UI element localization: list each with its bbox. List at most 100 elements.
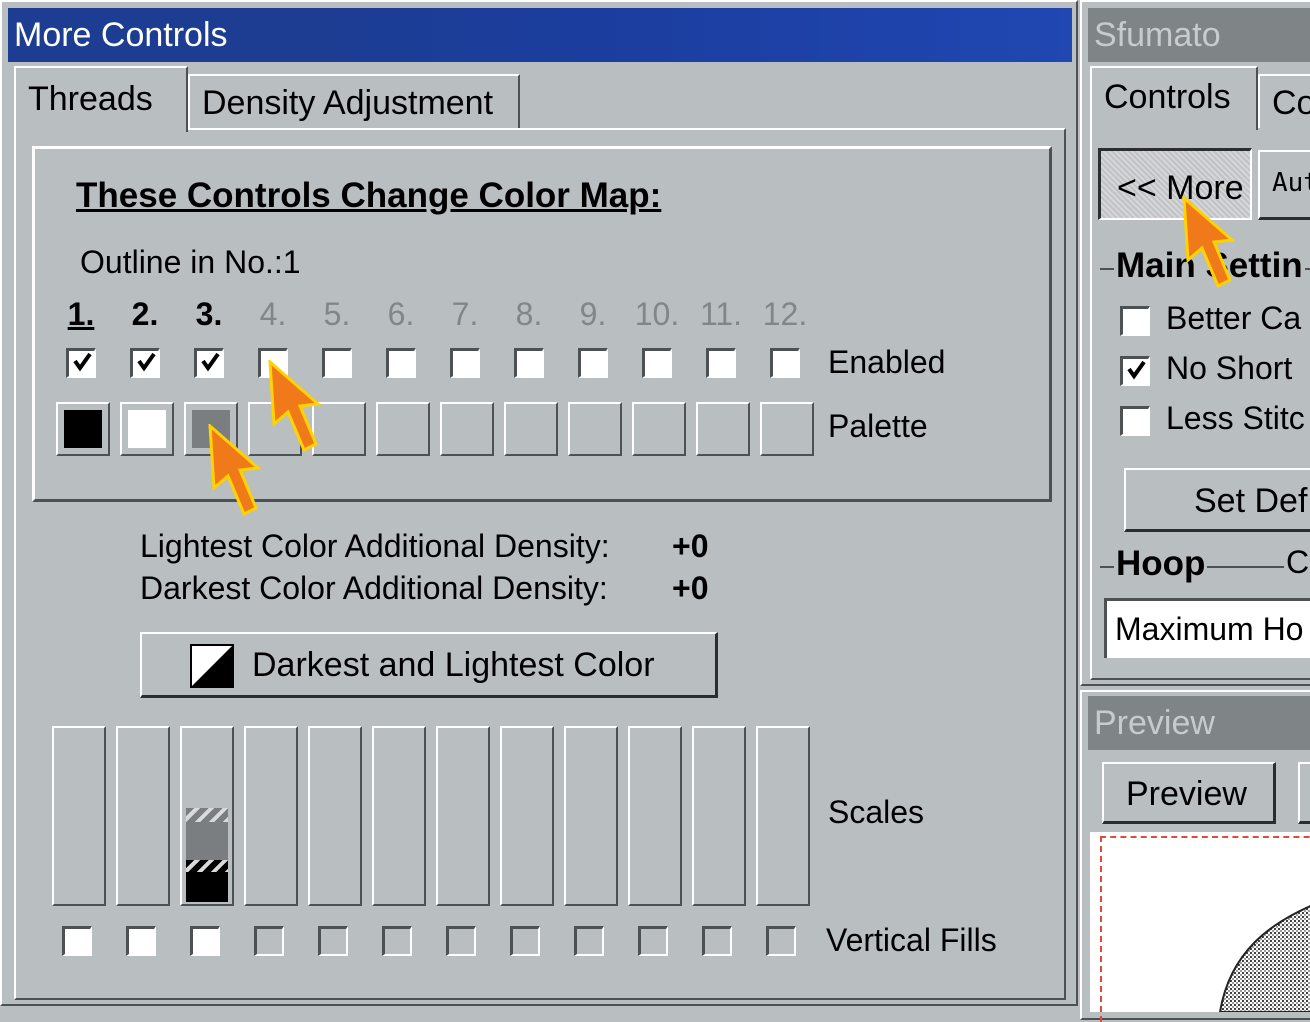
set-default-button[interactable]: Set Def — [1124, 468, 1310, 532]
thread-number-7: 7. — [451, 296, 479, 332]
vertical-fill-checkbox-8[interactable] — [510, 926, 540, 956]
settings-checkbox-2[interactable] — [1120, 356, 1150, 386]
contrast-icon — [190, 644, 234, 688]
enabled-checkbox-8[interactable] — [514, 348, 544, 378]
enabled-checkbox-2[interactable] — [130, 348, 160, 378]
thread-number-3: 3. — [195, 296, 223, 332]
thread-number-9: 9. — [579, 296, 607, 332]
vertical-fill-checkbox-11[interactable] — [702, 926, 732, 956]
preview-second-button[interactable] — [1298, 762, 1310, 824]
tab-threads-label: Threads — [28, 80, 153, 118]
vertical-fills-label: Vertical Fills — [826, 922, 997, 958]
scale-bar-5[interactable] — [308, 726, 362, 906]
settings-checkbox-label-2: No Short — [1166, 350, 1293, 386]
thread-number-6: 6. — [387, 296, 415, 332]
darkest-lightest-button-label: Darkest and Lightest Color — [252, 646, 655, 684]
hoop-select[interactable]: Maximum Ho — [1104, 598, 1310, 658]
scale-bar-1[interactable] — [52, 726, 106, 906]
vertical-fill-checkbox-5[interactable] — [318, 926, 348, 956]
scale-gray-segment — [186, 808, 228, 860]
scale-bar-6[interactable] — [372, 726, 426, 906]
vertical-fill-checkbox-6[interactable] — [382, 926, 412, 956]
tab-co-label: Co — [1272, 84, 1310, 122]
preview-button-label: Preview — [1126, 775, 1247, 813]
pointer-arrow-icon — [268, 360, 322, 453]
vertical-fill-checkbox-2[interactable] — [126, 926, 156, 956]
palette-swatch-2[interactable] — [120, 402, 174, 456]
vertical-fill-checkbox-4[interactable] — [254, 926, 284, 956]
enabled-checkbox-3[interactable] — [194, 348, 224, 378]
set-default-button-label: Set Def — [1194, 482, 1308, 520]
vertical-fill-checkbox-12[interactable] — [766, 926, 796, 956]
thread-number-2: 2. — [131, 296, 159, 332]
scale-bar-8[interactable] — [500, 726, 554, 906]
vertical-fill-checkbox-1[interactable] — [62, 926, 92, 956]
palette-swatch-10[interactable] — [632, 402, 686, 456]
more-controls-title: More Controls — [14, 16, 228, 54]
tab-density-adjustment[interactable]: Density Adjustment — [188, 74, 520, 128]
pointer-arrow-icon — [1182, 196, 1236, 289]
enabled-checkbox-5[interactable] — [322, 348, 352, 378]
scale-bar-12[interactable] — [756, 726, 810, 906]
sfumato-titlebar[interactable]: Sfumato Stitch — [1088, 8, 1310, 62]
tab-threads[interactable]: Threads — [14, 66, 188, 132]
settings-checkbox-1[interactable] — [1120, 306, 1150, 336]
lightest-density-value: +0 — [672, 528, 709, 564]
enabled-checkbox-9[interactable] — [578, 348, 608, 378]
enabled-checkbox-11[interactable] — [706, 348, 736, 378]
hoop-label: Hoop — [1114, 544, 1208, 584]
scale-bar-10[interactable] — [628, 726, 682, 906]
lightest-density-label: Lightest Color Additional Density: — [140, 528, 610, 564]
thread-number-5: 5. — [323, 296, 351, 332]
palette-swatch-1[interactable] — [56, 402, 110, 456]
vertical-fill-checkbox-3[interactable] — [190, 926, 220, 956]
thread-number-4: 4. — [259, 296, 287, 332]
auto-button-label: Aut — [1272, 168, 1310, 198]
enabled-checkbox-10[interactable] — [642, 348, 672, 378]
color-map-heading: These Controls Change Color Map: — [76, 176, 662, 215]
scale-black-segment — [186, 860, 228, 902]
palette-color — [128, 410, 166, 448]
thread-number-10: 10. — [634, 296, 680, 332]
preview-stitch-image — [1218, 905, 1310, 1012]
palette-swatch-9[interactable] — [568, 402, 622, 456]
darkest-lightest-button[interactable]: Darkest and Lightest Color — [140, 632, 718, 698]
enabled-checkbox-6[interactable] — [386, 348, 416, 378]
tab-controls[interactable]: Controls — [1090, 66, 1258, 130]
preview-titlebar[interactable]: Preview — [1088, 696, 1310, 750]
palette-color — [64, 410, 102, 448]
palette-swatch-11[interactable] — [696, 402, 750, 456]
enabled-checkbox-7[interactable] — [450, 348, 480, 378]
tab-co[interactable]: Co — [1258, 74, 1310, 128]
palette-swatch-7[interactable] — [440, 402, 494, 456]
scale-bar-3[interactable] — [180, 726, 234, 906]
preview-canvas[interactable] — [1090, 832, 1310, 1022]
darkest-density-label: Darkest Color Additional Density: — [140, 570, 608, 606]
palette-swatch-12[interactable] — [760, 402, 814, 456]
vertical-fill-checkbox-7[interactable] — [446, 926, 476, 956]
thread-number-11: 11. — [699, 296, 743, 332]
darkest-density-value: +0 — [672, 570, 709, 606]
more-controls-titlebar[interactable]: More Controls — [8, 8, 1072, 62]
palette-swatch-6[interactable] — [376, 402, 430, 456]
enabled-checkbox-1[interactable] — [66, 348, 96, 378]
scale-bar-11[interactable] — [692, 726, 746, 906]
enabled-checkbox-12[interactable] — [770, 348, 800, 378]
hoop-suffix: C — [1284, 544, 1310, 581]
scale-bar-9[interactable] — [564, 726, 618, 906]
vertical-fill-checkbox-9[interactable] — [574, 926, 604, 956]
vertical-fill-checkbox-10[interactable] — [638, 926, 668, 956]
settings-checkbox-3[interactable] — [1120, 406, 1150, 436]
palette-swatch-8[interactable] — [504, 402, 558, 456]
sfumato-title: Sfumato Stitch — [1094, 16, 1221, 54]
preview-title: Preview — [1094, 704, 1215, 742]
scale-bar-4[interactable] — [244, 726, 298, 906]
settings-checkbox-label-3: Less Stitc — [1166, 400, 1305, 436]
scale-bar-7[interactable] — [436, 726, 490, 906]
scale-bar-2[interactable] — [116, 726, 170, 906]
auto-button[interactable]: Aut — [1258, 150, 1310, 220]
thread-number-8: 8. — [515, 296, 543, 332]
preview-button[interactable]: Preview — [1102, 762, 1276, 824]
palette-label: Palette — [828, 408, 928, 444]
hoop-select-value: Maximum Ho — [1115, 611, 1304, 647]
